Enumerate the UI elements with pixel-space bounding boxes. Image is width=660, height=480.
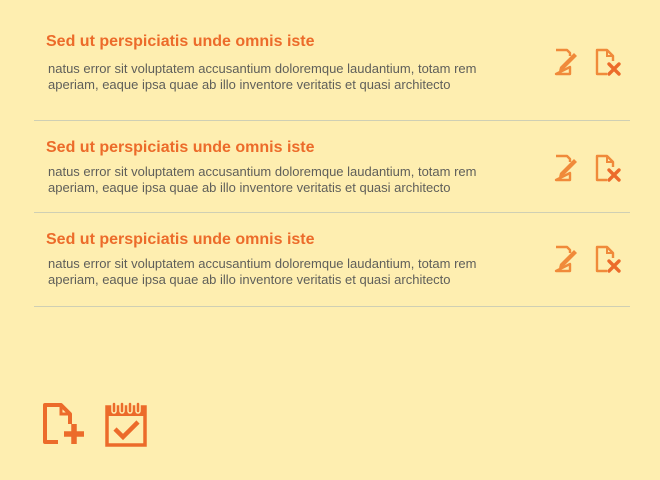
calendar-button[interactable] xyxy=(104,400,148,448)
delete-document-icon xyxy=(595,48,621,76)
item-description: natus error sit voluptatem accusantium d… xyxy=(48,61,477,92)
edit-document-icon xyxy=(554,245,577,273)
item-description: natus error sit voluptatem accusantium d… xyxy=(48,256,477,287)
divider xyxy=(34,306,630,307)
item-title: Sed ut perspiciatis unde omnis iste xyxy=(46,139,315,156)
delete-button[interactable] xyxy=(592,47,622,77)
edit-button[interactable] xyxy=(551,244,581,274)
delete-document-icon xyxy=(595,154,621,182)
delete-document-icon xyxy=(595,245,621,273)
edit-button[interactable] xyxy=(551,47,581,77)
list-item: Sed ut perspiciatis unde omnis iste natu… xyxy=(34,213,630,307)
item-title: Sed ut perspiciatis unde omnis iste xyxy=(46,33,315,50)
item-title: Sed ut perspiciatis unde omnis iste xyxy=(46,231,315,248)
edit-document-icon xyxy=(554,48,577,76)
delete-button[interactable] xyxy=(592,153,622,183)
edit-document-icon xyxy=(554,154,577,182)
list-item: Sed ut perspiciatis unde omnis iste natu… xyxy=(34,121,630,213)
add-document-icon xyxy=(43,403,84,444)
delete-button[interactable] xyxy=(592,244,622,274)
list-item: Sed ut perspiciatis unde omnis iste natu… xyxy=(34,0,630,121)
calendar-check-icon xyxy=(105,401,147,447)
edit-button[interactable] xyxy=(551,153,581,183)
item-description: natus error sit voluptatem accusantium d… xyxy=(48,164,477,195)
add-item-button[interactable] xyxy=(42,402,86,446)
